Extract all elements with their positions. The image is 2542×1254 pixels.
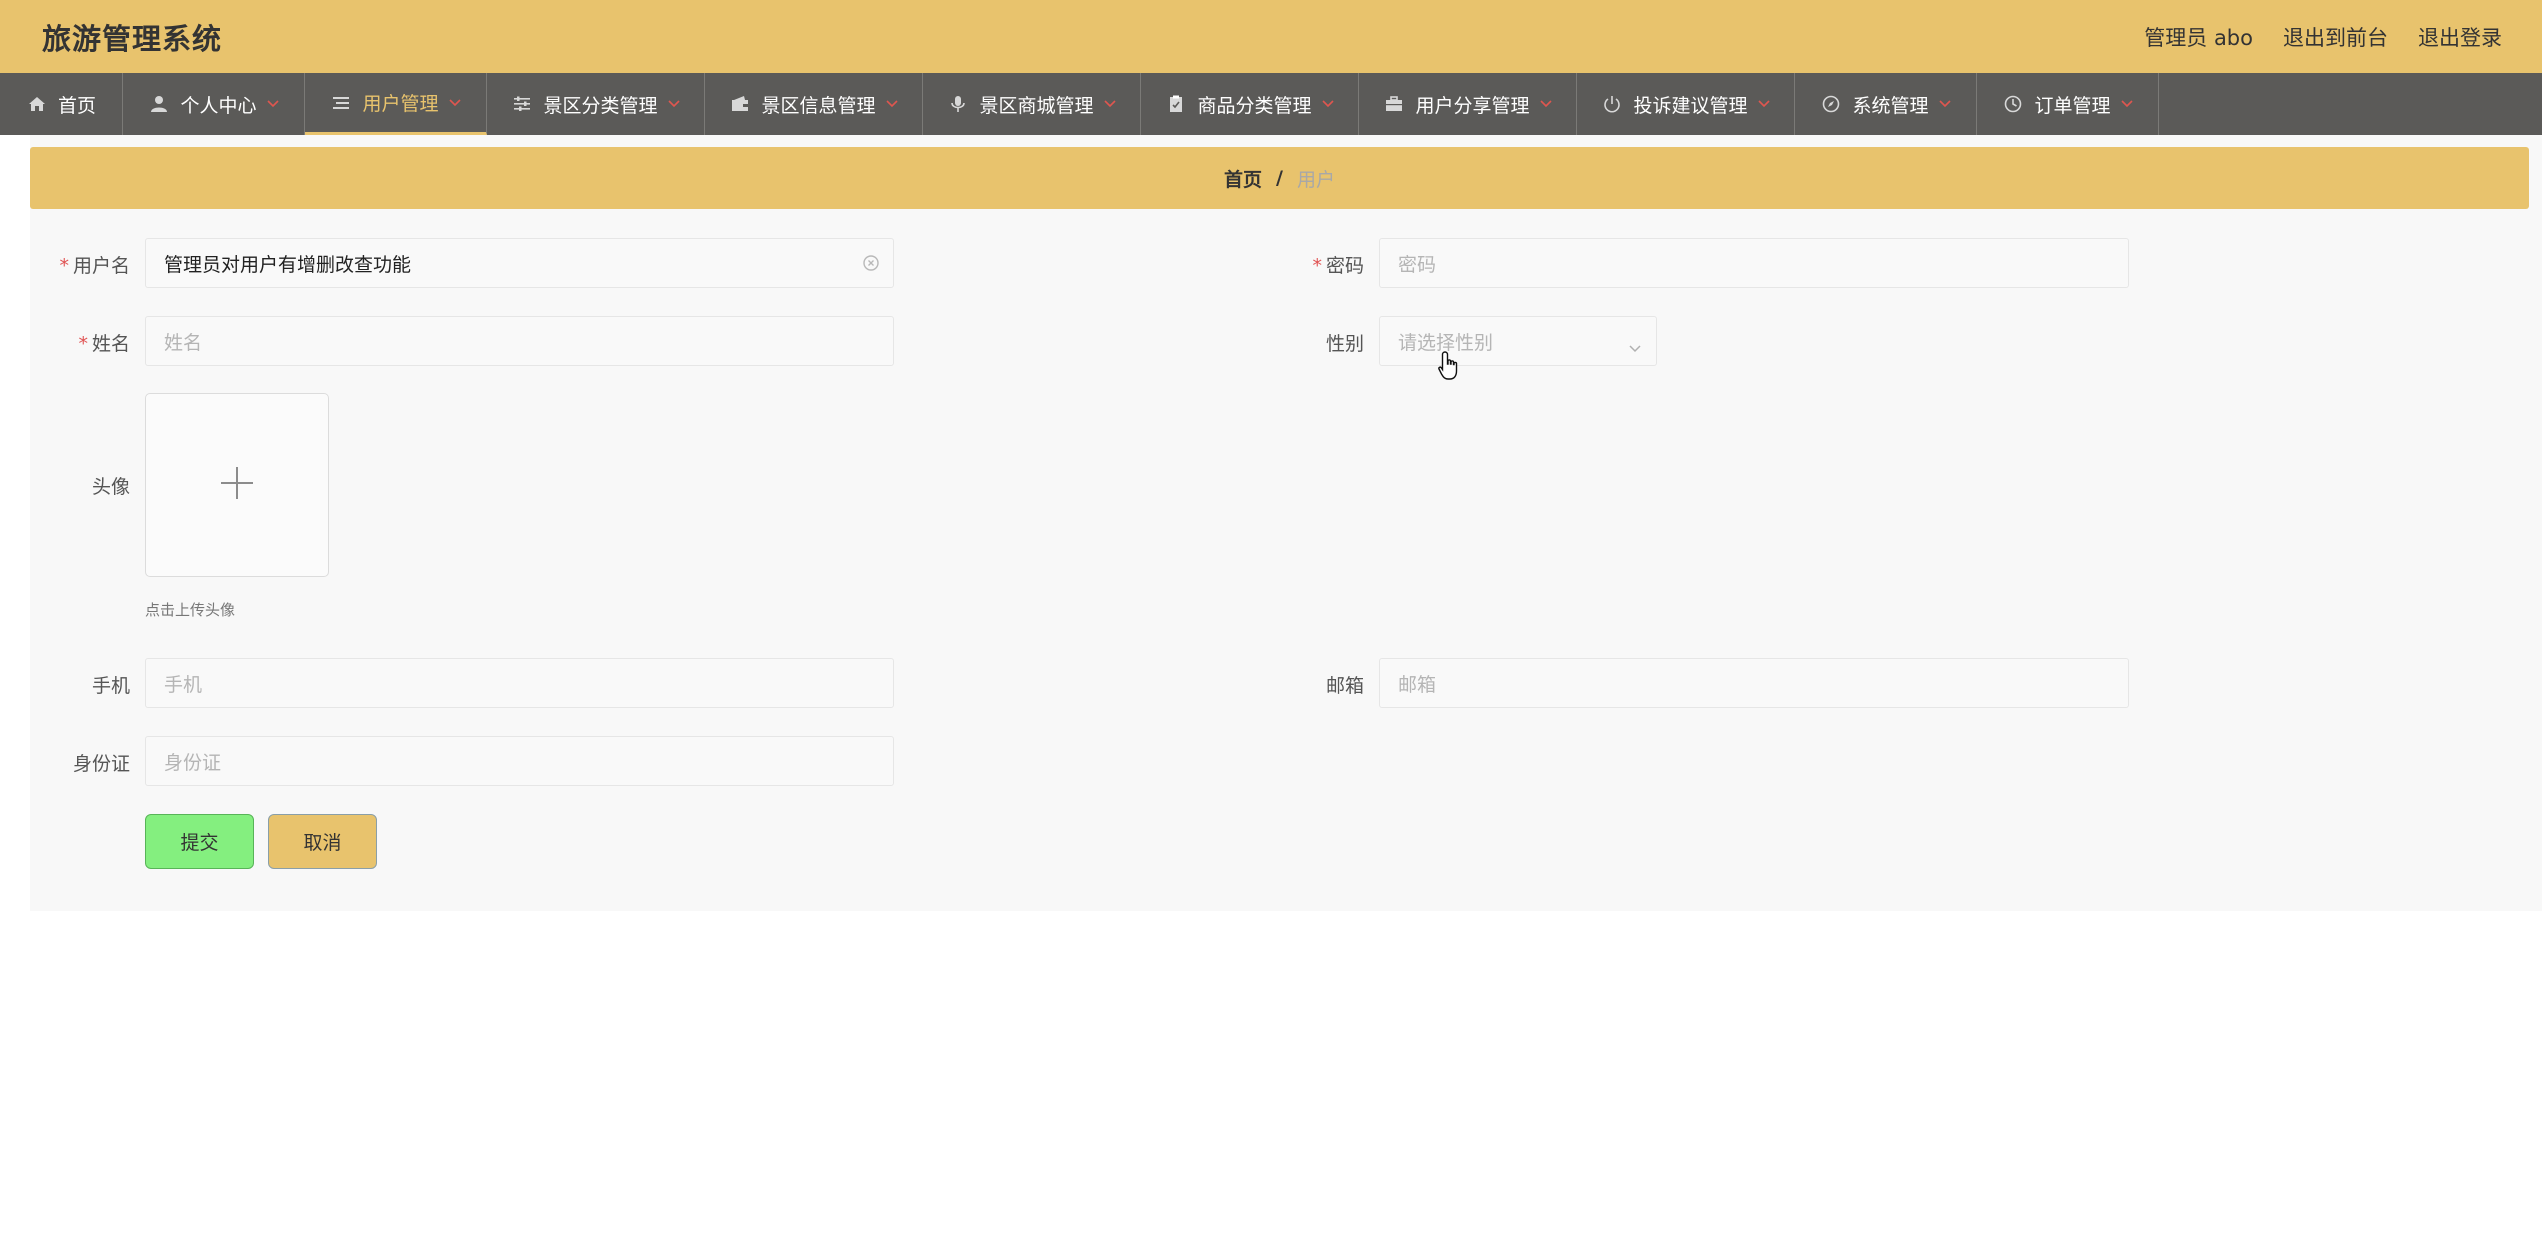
nav-item-system-management[interactable]: 系统管理	[1795, 73, 1977, 135]
nav-item-complaint-management[interactable]: 投诉建议管理	[1577, 73, 1795, 135]
phone-placeholder: 手机	[164, 673, 203, 696]
email-placeholder: 邮箱	[1398, 673, 1437, 696]
plus-icon	[220, 466, 254, 504]
exit-to-frontend-link[interactable]: 退出到前台	[2283, 22, 2388, 52]
avatar-label: 头像	[91, 476, 130, 498]
nav-item-label: 景区信息管理	[761, 94, 876, 117]
clock-icon	[2002, 93, 2024, 115]
chevron-down-icon	[1757, 100, 1770, 108]
chevron-down-icon	[667, 100, 680, 108]
email-input[interactable]: 邮箱	[1379, 658, 2129, 708]
user-icon	[148, 93, 170, 115]
required-mark: *	[59, 255, 69, 277]
top-header: 旅游管理系统 管理员 abo 退出到前台 退出登录	[0, 0, 2542, 73]
nav-item-user-share-management[interactable]: 用户分享管理	[1359, 73, 1577, 135]
email-label: 邮箱	[1325, 675, 1364, 697]
nav-item-user-management[interactable]: 用户管理	[305, 73, 487, 135]
chevron-down-icon	[1321, 100, 1334, 108]
nav-item-scenic-info-management[interactable]: 景区信息管理	[705, 73, 923, 135]
nav-item-label: 首页	[57, 94, 96, 117]
id-card-input[interactable]: 身份证	[145, 736, 894, 786]
password-placeholder: 密码	[1398, 253, 1437, 276]
home-icon	[26, 93, 48, 115]
password-input[interactable]: 密码	[1379, 238, 2129, 288]
name-input[interactable]: 姓名	[145, 316, 894, 366]
chevron-down-icon	[1628, 337, 1642, 353]
breadcrumb-home[interactable]: 首页	[1224, 165, 1262, 192]
nav-item-personal-center[interactable]: 个人中心	[123, 73, 305, 135]
id-card-placeholder: 身份证	[164, 751, 222, 774]
username-label: * 用户名	[59, 255, 130, 277]
nav-item-label: 商品分类管理	[1197, 94, 1312, 117]
compass-icon	[1820, 93, 1842, 115]
chevron-down-icon	[266, 100, 279, 108]
nav-item-label: 系统管理	[1852, 94, 1929, 117]
nav-item-label: 订单管理	[2034, 94, 2111, 117]
nav-item-label: 用户分享管理	[1415, 94, 1530, 117]
nav-item-label: 景区商城管理	[979, 94, 1094, 117]
username-input[interactable]: 管理员对用户有增删改查功能	[145, 238, 894, 288]
nav-item-label: 投诉建议管理	[1633, 94, 1748, 117]
chevron-down-icon	[1103, 100, 1116, 108]
current-user-label: 管理员 abo	[2144, 25, 2253, 50]
chevron-down-icon	[448, 98, 461, 107]
power-icon	[1601, 93, 1623, 115]
required-mark: *	[78, 333, 88, 355]
username-value: 管理员对用户有增删改查功能	[164, 253, 412, 276]
submit-button[interactable]: 提交	[145, 814, 254, 869]
header-user-area: 管理员 abo 退出到前台 退出登录	[2144, 22, 2502, 52]
breadcrumb-current: 用户	[1296, 168, 1335, 191]
avatar-upload-box[interactable]	[145, 393, 329, 577]
avatar-upload-hint: 点击上传头像	[145, 601, 236, 619]
password-label: * 密码	[1312, 255, 1364, 277]
clipboard-icon	[1165, 93, 1187, 115]
wallet-icon	[729, 93, 751, 115]
nav-item-label: 用户管理	[362, 93, 439, 115]
logout-link[interactable]: 退出登录	[2418, 22, 2502, 52]
nav-item-product-category-management[interactable]: 商品分类管理	[1141, 73, 1359, 135]
cancel-button[interactable]: 取消	[268, 814, 377, 869]
nav-item-scenic-mall-management[interactable]: 景区商城管理	[923, 73, 1141, 135]
hand-pointer-cursor-icon	[1437, 350, 1463, 382]
id-card-label: 身份证	[72, 753, 130, 775]
clear-icon[interactable]	[861, 253, 881, 273]
app-title: 旅游管理系统	[42, 21, 223, 56]
chevron-down-icon	[1539, 100, 1552, 108]
gender-label: 性别	[1325, 333, 1364, 355]
nav-item-home[interactable]: 首页	[0, 73, 123, 135]
chevron-down-icon	[885, 100, 898, 108]
chevron-down-icon	[2120, 100, 2133, 108]
main-content: 首页 / 用户 * 用户名 管理员对用户有增删改查功能 * 密码 密码 * 姓名 姓名…	[30, 135, 2542, 911]
nav-item-label: 个人中心	[180, 94, 257, 117]
chevron-down-icon	[1938, 100, 1951, 108]
nav-item-scenic-category-management[interactable]: 景区分类管理	[487, 73, 705, 135]
name-label: * 姓名	[78, 333, 130, 355]
sliders-icon	[511, 93, 533, 115]
nav-item-label: 景区分类管理	[543, 94, 658, 117]
microphone-icon	[947, 93, 969, 115]
breadcrumb-separator: /	[1276, 167, 1283, 189]
main-nav: 首页 个人中心 用户管理 景区分类管理 景区信息管理 景区商城管理 商品分类管理…	[0, 73, 2542, 135]
name-placeholder: 姓名	[164, 331, 203, 354]
briefcase-icon	[1383, 93, 1405, 115]
phone-label: 手机	[91, 675, 130, 697]
list-icon	[330, 92, 352, 114]
nav-item-order-management[interactable]: 订单管理	[1977, 73, 2159, 135]
gender-select[interactable]: 请选择性别	[1379, 316, 1657, 366]
required-mark: *	[1312, 255, 1322, 277]
phone-input[interactable]: 手机	[145, 658, 894, 708]
breadcrumb: 首页 / 用户	[30, 147, 2529, 209]
